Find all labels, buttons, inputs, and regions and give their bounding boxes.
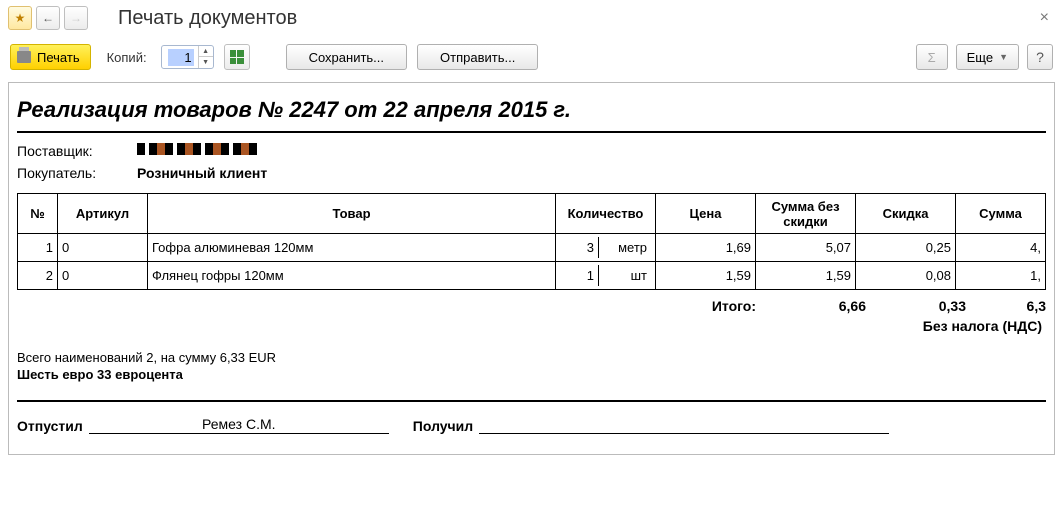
document-title: Реализация товаров № 2247 от 22 апреля 2… bbox=[17, 93, 1046, 133]
nav-buttons: ★ ← → bbox=[8, 6, 88, 30]
cell-price: 1,59 bbox=[656, 262, 756, 290]
favorites-button[interactable]: ★ bbox=[8, 6, 32, 30]
cell-discount: 0,08 bbox=[856, 262, 956, 290]
totals-sum: 6,3 bbox=[966, 298, 1046, 314]
window-title: Печать документов bbox=[118, 7, 297, 30]
more-label: Еще bbox=[967, 50, 993, 65]
copies-input[interactable] bbox=[168, 49, 194, 66]
print-button[interactable]: Печать bbox=[10, 44, 91, 70]
summary-line: Всего наименований 2, на сумму 6,33 EUR bbox=[17, 350, 1046, 365]
cell-sum-nodisc: 1,59 bbox=[756, 262, 856, 290]
col-price: Цена bbox=[656, 194, 756, 234]
document-preview: Реализация товаров № 2247 от 22 апреля 2… bbox=[8, 82, 1055, 455]
col-qty: Количество bbox=[556, 194, 656, 234]
close-button[interactable]: × bbox=[1034, 9, 1055, 27]
toolbar: Печать Копий: ▲ ▼ Сохранить... Отправить… bbox=[0, 36, 1063, 82]
col-no: № bbox=[18, 194, 58, 234]
released-line: Ремез С.М. bbox=[89, 416, 389, 434]
print-label: Печать bbox=[37, 50, 80, 65]
cell-sum: 1, bbox=[956, 262, 1046, 290]
copies-label: Копий: bbox=[107, 50, 147, 65]
totals-label: Итого: bbox=[666, 298, 766, 314]
cell-sum: 4, bbox=[956, 234, 1046, 262]
released-label: Отпустил bbox=[17, 418, 89, 434]
cell-no: 1 bbox=[18, 234, 58, 262]
supplier-row: Поставщик: bbox=[17, 143, 1046, 159]
template-button[interactable] bbox=[224, 44, 250, 70]
copies-spinner: ▲ ▼ bbox=[198, 46, 213, 68]
save-button[interactable]: Сохранить... bbox=[286, 44, 407, 70]
printer-icon bbox=[17, 51, 31, 63]
grid-icon bbox=[230, 50, 244, 64]
signatures: Отпустил Ремез С.М. Получил bbox=[17, 416, 1046, 434]
cell-article: 0 bbox=[58, 262, 148, 290]
table-row: 20Флянец гофры 120мм1шт1,591,590,081, bbox=[18, 262, 1046, 290]
cell-qty: 1шт bbox=[556, 262, 656, 290]
cell-article: 0 bbox=[58, 234, 148, 262]
col-name: Товар bbox=[148, 194, 556, 234]
back-button[interactable]: ← bbox=[36, 6, 60, 30]
cell-name: Флянец гофры 120мм bbox=[148, 262, 556, 290]
signature-separator bbox=[17, 400, 1046, 402]
totals-row: Итого: 6,66 0,33 6,3 bbox=[17, 298, 1046, 314]
no-vat-label: Без налога (НДС) bbox=[17, 318, 1046, 334]
cell-name: Гофра алюминевая 120мм bbox=[148, 234, 556, 262]
cell-price: 1,69 bbox=[656, 234, 756, 262]
send-button[interactable]: Отправить... bbox=[417, 44, 538, 70]
spin-up[interactable]: ▲ bbox=[199, 46, 213, 57]
col-discount: Скидка bbox=[856, 194, 956, 234]
buyer-row: Покупатель: Розничный клиент bbox=[17, 165, 1046, 181]
col-sum: Сумма bbox=[956, 194, 1046, 234]
cell-qty: 3метр bbox=[556, 234, 656, 262]
buyer-label: Покупатель: bbox=[17, 165, 137, 181]
received-block: Получил bbox=[413, 416, 889, 434]
summary: Всего наименований 2, на сумму 6,33 EUR … bbox=[17, 350, 1046, 382]
help-button[interactable]: ? bbox=[1027, 44, 1053, 70]
summary-words: Шесть евро 33 евроцента bbox=[17, 367, 1046, 382]
titlebar: ★ ← → Печать документов × bbox=[0, 0, 1063, 36]
cell-no: 2 bbox=[18, 262, 58, 290]
supplier-value bbox=[137, 143, 257, 155]
forward-button[interactable]: → bbox=[64, 6, 88, 30]
chevron-down-icon: ▼ bbox=[999, 52, 1008, 62]
supplier-label: Поставщик: bbox=[17, 143, 137, 159]
totals-sum-nodisc: 6,66 bbox=[766, 298, 866, 314]
col-article: Артикул bbox=[58, 194, 148, 234]
buyer-value: Розничный клиент bbox=[137, 165, 267, 181]
more-button[interactable]: Еще ▼ bbox=[956, 44, 1019, 70]
table-header-row: № Артикул Товар Количество Цена Сумма бе… bbox=[18, 194, 1046, 234]
copies-field[interactable]: ▲ ▼ bbox=[161, 45, 214, 69]
received-line bbox=[479, 432, 889, 434]
cell-discount: 0,25 bbox=[856, 234, 956, 262]
sum-button[interactable]: Σ bbox=[916, 44, 948, 70]
table-row: 10Гофра алюминевая 120мм3метр1,695,070,2… bbox=[18, 234, 1046, 262]
col-sum-nodisc: Сумма без скидки bbox=[756, 194, 856, 234]
received-label: Получил bbox=[413, 418, 479, 434]
spin-down[interactable]: ▼ bbox=[199, 57, 213, 68]
totals-discount: 0,33 bbox=[866, 298, 966, 314]
released-block: Отпустил Ремез С.М. bbox=[17, 416, 389, 434]
cell-sum-nodisc: 5,07 bbox=[756, 234, 856, 262]
items-table: № Артикул Товар Количество Цена Сумма бе… bbox=[17, 193, 1046, 290]
